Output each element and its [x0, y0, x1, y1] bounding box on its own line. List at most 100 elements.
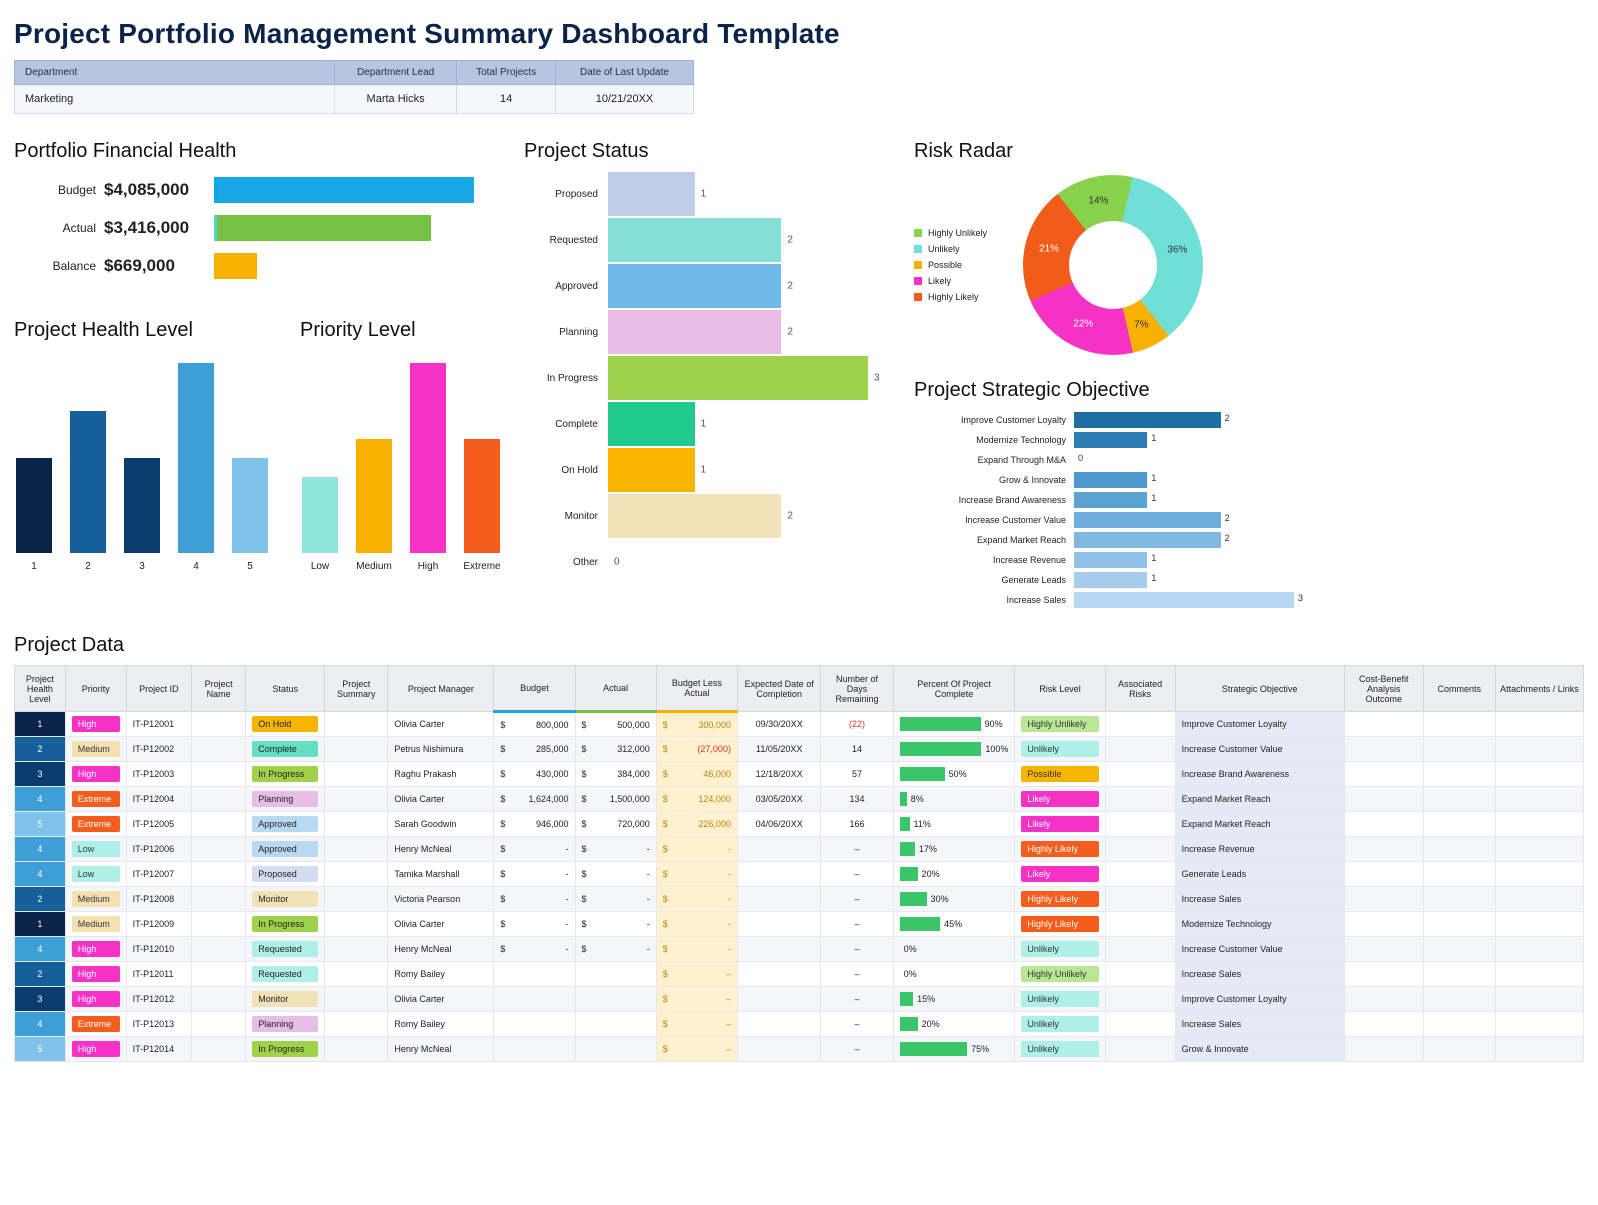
- table-cell: [575, 962, 656, 987]
- table-cell: Highly Likely: [1015, 837, 1105, 862]
- table-cell: 90%: [893, 712, 1015, 737]
- fin-track: [214, 215, 494, 241]
- table-cell: $-: [494, 862, 575, 887]
- status-row: Approved2: [524, 263, 884, 309]
- status-label: Requested: [524, 235, 608, 246]
- table-cell: $800,000: [494, 712, 575, 737]
- bar: [70, 411, 106, 554]
- table-cell: Increase Sales: [1175, 1012, 1344, 1037]
- header-col: Department Lead: [335, 61, 457, 85]
- table-cell: –: [821, 937, 893, 962]
- table-cell: Expand Market Reach: [1175, 787, 1344, 812]
- fin-track: [214, 253, 494, 279]
- bar-col: 5: [230, 458, 270, 572]
- legend-item: Possible: [914, 260, 987, 270]
- table-cell: Extreme: [65, 787, 126, 812]
- table-cell: –: [821, 1012, 893, 1037]
- table-cell: Unlikely: [1015, 937, 1105, 962]
- bar-col: 1: [14, 458, 54, 572]
- bar-label: Extreme: [463, 561, 500, 572]
- status-row: On Hold1: [524, 447, 884, 493]
- table-cell: Monitor: [246, 887, 325, 912]
- table-cell: Unlikely: [1015, 1037, 1105, 1062]
- table-cell: [1344, 887, 1423, 912]
- fin-label: Budget: [14, 183, 104, 197]
- table-cell: [1344, 737, 1423, 762]
- table-cell: $–: [656, 1012, 737, 1037]
- status-value: 1: [701, 419, 707, 430]
- header-col: Department: [15, 61, 335, 85]
- bar: [464, 439, 500, 553]
- table-cell: $-: [656, 887, 737, 912]
- table-cell: Grow & Innovate: [1175, 1037, 1344, 1062]
- table-cell: [1423, 1037, 1495, 1062]
- table-cell: –: [821, 1037, 893, 1062]
- table-cell: [192, 887, 246, 912]
- table-row: 4LowIT-P12006ApprovedHenry McNeal$-$-$-–…: [15, 837, 1584, 862]
- obj-row: Expand Market Reach2: [914, 530, 1324, 550]
- obj-value: 2: [1225, 413, 1230, 423]
- obj-bar: [1074, 572, 1147, 588]
- table-cell: [192, 737, 246, 762]
- table-cell: IT-P12008: [126, 887, 191, 912]
- health-chart: 12345: [14, 352, 270, 572]
- table-cell: [1344, 962, 1423, 987]
- table-cell: [192, 1012, 246, 1037]
- table-cell: [325, 862, 388, 887]
- fin-value: $669,000: [104, 256, 214, 276]
- table-cell: [575, 987, 656, 1012]
- table-row: 2MediumIT-P12002CompletePetrus Nishimura…: [15, 737, 1584, 762]
- table-cell: High: [65, 712, 126, 737]
- table-cell: [1105, 887, 1175, 912]
- table-cell: On Hold: [246, 712, 325, 737]
- table-header: Associated Risks: [1105, 666, 1175, 712]
- table-cell: [494, 987, 575, 1012]
- table-cell: [1495, 937, 1583, 962]
- table-header: Project Name: [192, 666, 246, 712]
- obj-row: Increase Revenue1: [914, 550, 1324, 570]
- table-cell: $-: [494, 837, 575, 862]
- bar-label: High: [418, 561, 439, 572]
- status-row: Planning2: [524, 309, 884, 355]
- obj-bar: [1074, 492, 1147, 508]
- table-cell: [192, 812, 246, 837]
- table-cell: 2: [15, 962, 66, 987]
- table-cell: [192, 1037, 246, 1062]
- table-cell: (22): [821, 712, 893, 737]
- obj-label: Expand Through M&A: [914, 455, 1074, 465]
- table-cell: [325, 737, 388, 762]
- table-cell: Henry McNeal: [388, 937, 494, 962]
- table-cell: [1105, 837, 1175, 862]
- table-header: Risk Level: [1015, 666, 1105, 712]
- bar-col: 3: [122, 458, 162, 572]
- table-cell: In Progress: [246, 1037, 325, 1062]
- table-cell: [1495, 812, 1583, 837]
- legend-swatch: [914, 293, 922, 301]
- bar-label: 1: [31, 561, 37, 572]
- table-cell: Increase Customer Value: [1175, 737, 1344, 762]
- bar: [302, 477, 338, 553]
- dashboard: Portfolio Financial Health Budget$4,085,…: [14, 130, 1584, 610]
- bar-label: 2: [85, 561, 91, 572]
- bar: [410, 363, 446, 553]
- status-value: 1: [701, 465, 707, 476]
- table-cell: IT-P12014: [126, 1037, 191, 1062]
- obj-label: Increase Customer Value: [914, 515, 1074, 525]
- obj-label: Increase Brand Awareness: [914, 495, 1074, 505]
- status-chart: Proposed1Requested2Approved2Planning2In …: [524, 171, 884, 585]
- table-cell: Extreme: [65, 812, 126, 837]
- table-cell: [1344, 812, 1423, 837]
- table-cell: –: [821, 987, 893, 1012]
- legend-item: Highly Unlikely: [914, 228, 987, 238]
- table-cell: In Progress: [246, 762, 325, 787]
- table-cell: [325, 712, 388, 737]
- fin-track: [214, 177, 494, 203]
- table-header: Strategic Objective: [1175, 666, 1344, 712]
- table-cell: [1344, 837, 1423, 862]
- table-cell: $285,000: [494, 737, 575, 762]
- donut-label: 22%: [1073, 318, 1093, 329]
- table-row: 2HighIT-P12011RequestedRomy Bailey$––0%H…: [15, 962, 1584, 987]
- table-cell: [1344, 712, 1423, 737]
- table-cell: 1: [15, 912, 66, 937]
- table-cell: $-: [494, 937, 575, 962]
